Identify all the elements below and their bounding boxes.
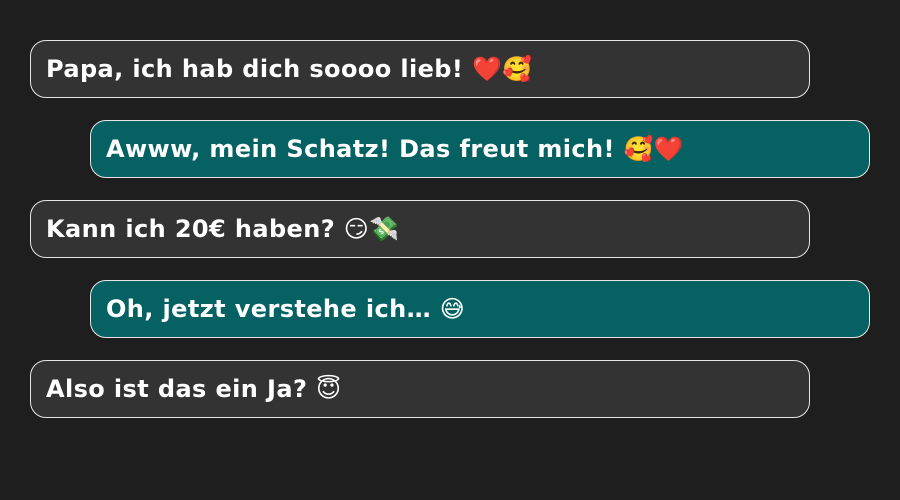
message-bubble-dad-1[interactable]: Awww, mein Schatz! Das freut mich! 🥰❤️	[90, 120, 870, 178]
message-bubble-child-2[interactable]: Kann ich 20€ haben? 😏💸	[30, 200, 810, 258]
chat-thread: Papa, ich hab dich soooo lieb! ❤️🥰 Awww,…	[0, 0, 900, 500]
message-text: Kann ich 20€ haben? 😏💸	[46, 215, 400, 243]
message-bubble-dad-2[interactable]: Oh, jetzt verstehe ich… 😅	[90, 280, 870, 338]
message-text: Papa, ich hab dich soooo lieb! ❤️🥰	[46, 55, 533, 83]
message-text: Also ist das ein Ja? 😇	[46, 375, 342, 403]
message-bubble-child-3[interactable]: Also ist das ein Ja? 😇	[30, 360, 810, 418]
message-text: Awww, mein Schatz! Das freut mich! 🥰❤️	[106, 135, 685, 163]
message-text: Oh, jetzt verstehe ich… 😅	[106, 295, 466, 323]
message-bubble-child-1[interactable]: Papa, ich hab dich soooo lieb! ❤️🥰	[30, 40, 810, 98]
